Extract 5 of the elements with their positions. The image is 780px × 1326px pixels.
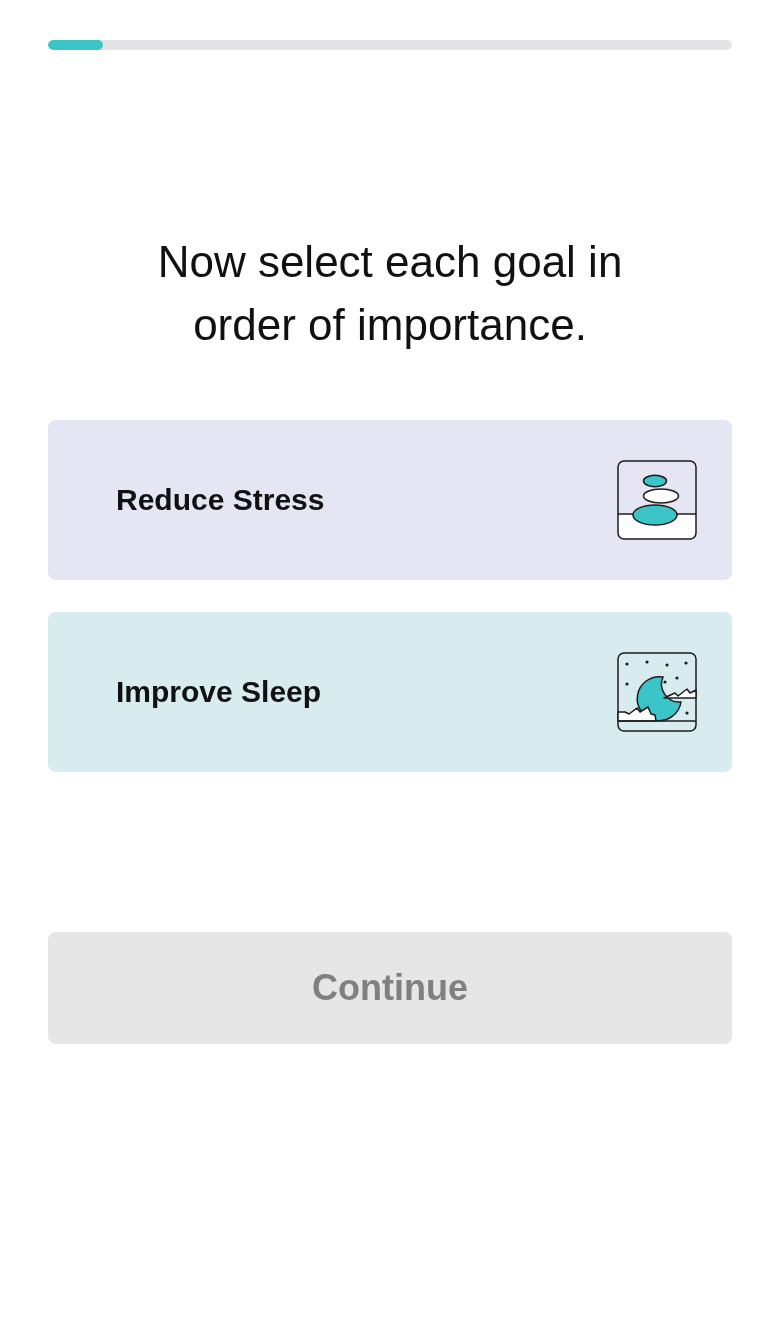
moon-stars-icon	[617, 652, 697, 732]
stacked-stones-icon	[617, 460, 697, 540]
goal-option[interactable]: Improve Sleep	[48, 612, 732, 772]
page-heading: Now select each goal in order of importance.	[156, 236, 624, 351]
goal-option[interactable]: Reduce Stress	[48, 420, 732, 580]
